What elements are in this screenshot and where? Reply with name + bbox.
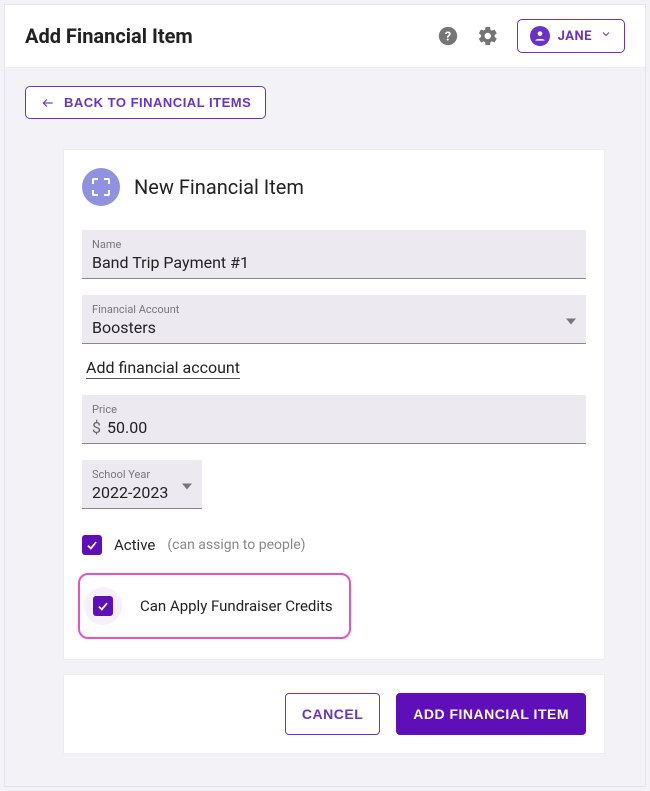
help-icon[interactable]: ? [437,25,459,47]
dropdown-caret-icon [566,310,576,329]
school-year-select[interactable]: School Year 2022-2023 [82,460,202,509]
active-hint: (can assign to people) [167,537,305,553]
year-label: School Year [92,468,192,481]
checkbox-checked-icon [93,596,113,616]
name-field[interactable]: Name Band Trip Payment #1 [82,230,586,279]
currency-symbol: $ [92,418,101,437]
year-value: 2022-2023 [92,481,192,502]
active-label: Active [114,536,155,554]
item-badge-icon [82,168,120,206]
credits-highlight: Can Apply Fundraiser Credits [78,573,351,639]
page-title: Add Financial Item [25,24,437,48]
cancel-button[interactable]: CANCEL [285,693,380,735]
app-header: Add Financial Item ? JANE [5,5,645,68]
checkbox-halo [84,587,122,625]
arrow-left-icon [40,96,56,110]
card-title: New Financial Item [134,175,304,199]
name-value: Band Trip Payment #1 [92,251,576,272]
user-name: JANE [558,29,592,44]
chevron-down-icon [600,28,612,44]
svg-text:?: ? [444,30,450,45]
name-label: Name [92,238,576,251]
user-menu[interactable]: JANE [517,19,625,53]
back-button[interactable]: BACK TO FINANCIAL ITEMS [25,86,266,119]
price-label: Price [92,403,576,416]
active-checkbox-row[interactable]: Active (can assign to people) [82,535,586,555]
account-label: Financial Account [92,303,576,316]
form-footer: CANCEL ADD FINANCIAL ITEM [63,674,605,754]
credits-checkbox-row[interactable]: Can Apply Fundraiser Credits [84,587,333,625]
form-card: New Financial Item Name Band Trip Paymen… [63,149,605,660]
back-button-label: BACK TO FINANCIAL ITEMS [64,95,251,110]
submit-button[interactable]: ADD FINANCIAL ITEM [396,693,586,735]
settings-gear-icon[interactable] [477,25,499,47]
avatar-icon [530,26,550,46]
account-value: Boosters [92,316,576,337]
add-account-link[interactable]: Add financial account [86,358,240,379]
price-field[interactable]: Price $50.00 [82,395,586,444]
dropdown-caret-icon [182,475,192,494]
account-select[interactable]: Financial Account Boosters [82,295,586,344]
credits-label: Can Apply Fundraiser Credits [140,597,333,615]
checkbox-checked-icon [82,535,102,555]
price-value: 50.00 [107,418,147,437]
